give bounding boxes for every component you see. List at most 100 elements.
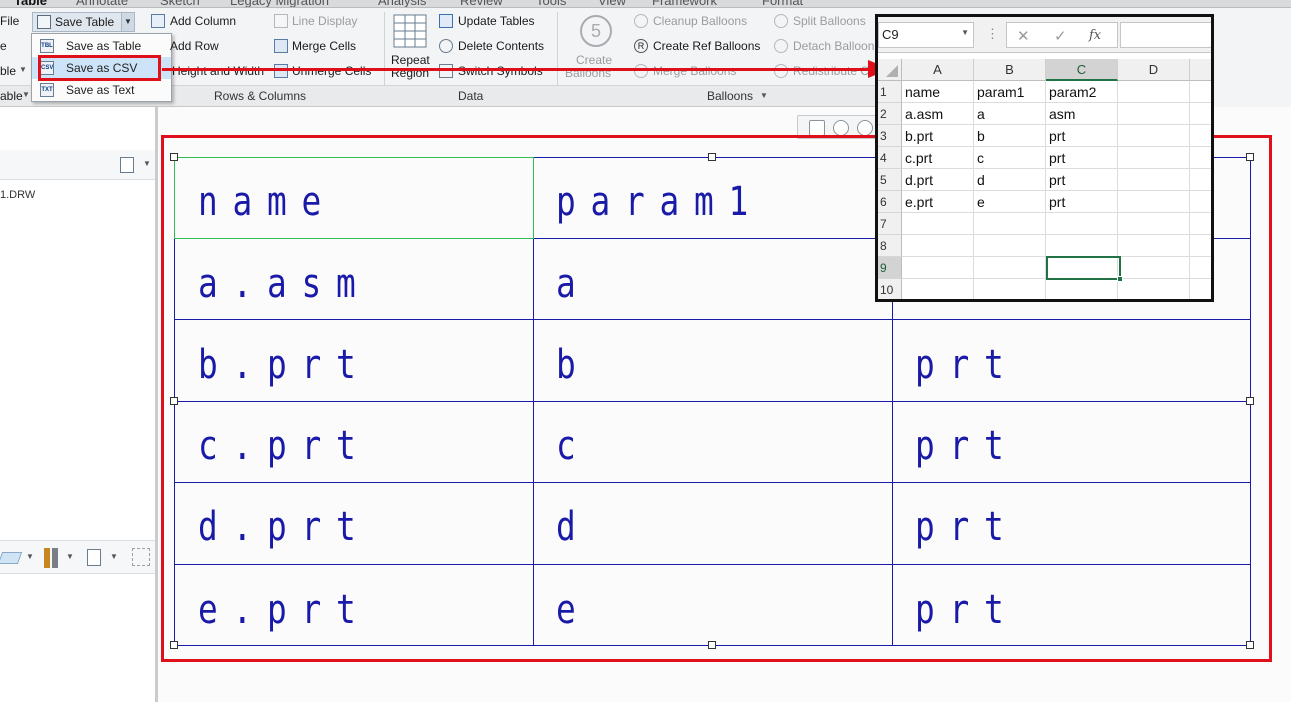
row-header[interactable]: 4 (878, 147, 902, 169)
sheet-cell[interactable] (1190, 257, 1211, 279)
row-header[interactable]: 1 (878, 81, 902, 103)
merge-cells-button[interactable]: Merge Cells (292, 39, 356, 53)
function-icon[interactable]: fx (1089, 28, 1101, 43)
sheet-cell[interactable] (1190, 235, 1211, 257)
chevron-down-icon[interactable]: ▼ (66, 552, 74, 561)
zoom-fit-icon[interactable] (809, 120, 825, 136)
sheet-cell[interactable] (1190, 169, 1211, 191)
sheet-cell[interactable]: a.asm (902, 103, 974, 125)
repeat-region-button[interactable]: Repeat (391, 53, 430, 67)
tab-annotate[interactable]: Annotate (76, 0, 128, 7)
row-header[interactable]: 6 (878, 191, 902, 213)
sheet-cell[interactable] (1118, 103, 1190, 125)
sheet-cell[interactable] (902, 213, 974, 235)
save-table-button[interactable]: Save Table ▼ (32, 12, 135, 32)
sheet-cell[interactable]: param2 (1046, 81, 1118, 103)
sheet-cell[interactable]: a (974, 103, 1046, 125)
sheet-cell[interactable] (1046, 279, 1118, 299)
column-header-d[interactable]: D (1118, 59, 1190, 81)
create-ref-balloons-button[interactable]: Create Ref Balloons (653, 39, 760, 53)
sheet-cell[interactable] (1118, 213, 1190, 235)
sheet-cell[interactable]: param1 (974, 81, 1046, 103)
zoom-out-icon[interactable] (857, 120, 873, 136)
column-header-a[interactable]: A (902, 59, 974, 81)
tab-view[interactable]: View (598, 0, 626, 7)
sheet-cell[interactable]: e.prt (902, 191, 974, 213)
partial-file-label[interactable]: File (0, 14, 19, 28)
sheet-cell[interactable] (1190, 81, 1211, 103)
sheet-cell[interactable] (1190, 103, 1211, 125)
sheet-cell[interactable] (974, 235, 1046, 257)
sheet-cell[interactable]: b (974, 125, 1046, 147)
sheet-cell[interactable]: prt (1046, 147, 1118, 169)
sheet-cell[interactable] (1118, 191, 1190, 213)
sheet-cell[interactable]: d (974, 169, 1046, 191)
add-row-button[interactable]: Add Row (170, 39, 219, 53)
filter-icon[interactable] (132, 548, 150, 566)
sheet-cell[interactable] (1190, 279, 1211, 299)
create-balloons-button[interactable]: Create (576, 53, 612, 67)
tab-framework[interactable]: Framework (652, 0, 717, 7)
tools-icon[interactable] (44, 548, 50, 568)
sheet-cell[interactable] (1046, 213, 1118, 235)
list-icon[interactable] (87, 549, 101, 566)
line-display-button[interactable]: Line Display (292, 14, 357, 28)
height-and-width-button[interactable]: Height and Width (172, 64, 264, 78)
row-header[interactable]: 7 (878, 213, 902, 235)
delete-contents-button[interactable]: Delete Contents (458, 39, 544, 53)
sheet-cell[interactable]: c.prt (902, 147, 974, 169)
chevron-down-icon[interactable]: ▼ (143, 159, 151, 168)
sheet-cell[interactable] (1118, 125, 1190, 147)
menu-item-save-as-table[interactable]: TBL Save as Table (32, 35, 171, 57)
chevron-down-icon[interactable]: ▼ (121, 13, 134, 31)
fill-handle[interactable] (1117, 276, 1123, 282)
sheet-cell[interactable]: asm (1046, 103, 1118, 125)
cancel-icon[interactable]: ✕ (1017, 27, 1030, 45)
tab-legacy-migration[interactable]: Legacy Migration (230, 0, 329, 7)
partial-label-2[interactable]: e (0, 39, 7, 53)
merge-balloons-button[interactable]: Merge Balloons (653, 64, 736, 78)
sheet-cell[interactable]: b.prt (902, 125, 974, 147)
sheet-cell[interactable]: name (902, 81, 974, 103)
column-header-e-partial[interactable] (1190, 59, 1211, 81)
tab-format[interactable]: Format (762, 0, 803, 7)
sheet-cell[interactable]: prt (1046, 191, 1118, 213)
sheet-cell[interactable] (1118, 235, 1190, 257)
sheet-cell[interactable] (974, 213, 1046, 235)
detach-balloon-button[interactable]: Detach Balloon (793, 39, 874, 53)
chevron-down-icon[interactable]: ▼ (110, 552, 118, 561)
check-icon[interactable]: ✓ (1054, 27, 1067, 45)
chevron-down-icon[interactable]: ▼ (26, 552, 34, 561)
row-header[interactable]: 2 (878, 103, 902, 125)
sheet-cell[interactable] (1190, 125, 1211, 147)
sheet-cell[interactable]: prt (1046, 125, 1118, 147)
sheet-cell[interactable] (1118, 81, 1190, 103)
tab-tools[interactable]: Tools (536, 0, 566, 7)
sheet-cell[interactable]: e (974, 191, 1046, 213)
sheet-cell[interactable] (1118, 169, 1190, 191)
tab-sketch[interactable]: Sketch (160, 0, 200, 7)
sheet-cell[interactable] (1118, 257, 1190, 279)
sheet-cell[interactable]: c (974, 147, 1046, 169)
sheet-cell[interactable] (974, 279, 1046, 299)
switch-symbols-button[interactable]: Switch Symbols (458, 64, 543, 78)
row-header[interactable]: 5 (878, 169, 902, 191)
cleanup-balloons-button[interactable]: Cleanup Balloons (653, 14, 747, 28)
chevron-down-icon[interactable]: ▼ (961, 28, 969, 37)
sheet-cell[interactable] (902, 279, 974, 299)
row-header[interactable]: 3 (878, 125, 902, 147)
sheet-cell[interactable] (1190, 147, 1211, 169)
menu-item-save-as-text[interactable]: TXT Save as Text (32, 79, 171, 101)
sheet-cell[interactable] (1118, 147, 1190, 169)
sheet-cell[interactable] (1118, 279, 1190, 299)
formula-input[interactable] (1120, 22, 1211, 48)
sheet-cell[interactable]: d.prt (902, 169, 974, 191)
sheet-cell[interactable] (902, 235, 974, 257)
sheet-cell[interactable] (974, 257, 1046, 279)
tab-table[interactable]: Table (14, 0, 47, 7)
more-icon[interactable]: ⋮ (986, 26, 999, 42)
zoom-in-icon[interactable] (833, 120, 849, 136)
tab-review[interactable]: Review (460, 0, 503, 7)
chevron-down-icon[interactable]: ▼ (760, 91, 768, 100)
eraser-icon[interactable] (0, 552, 23, 564)
